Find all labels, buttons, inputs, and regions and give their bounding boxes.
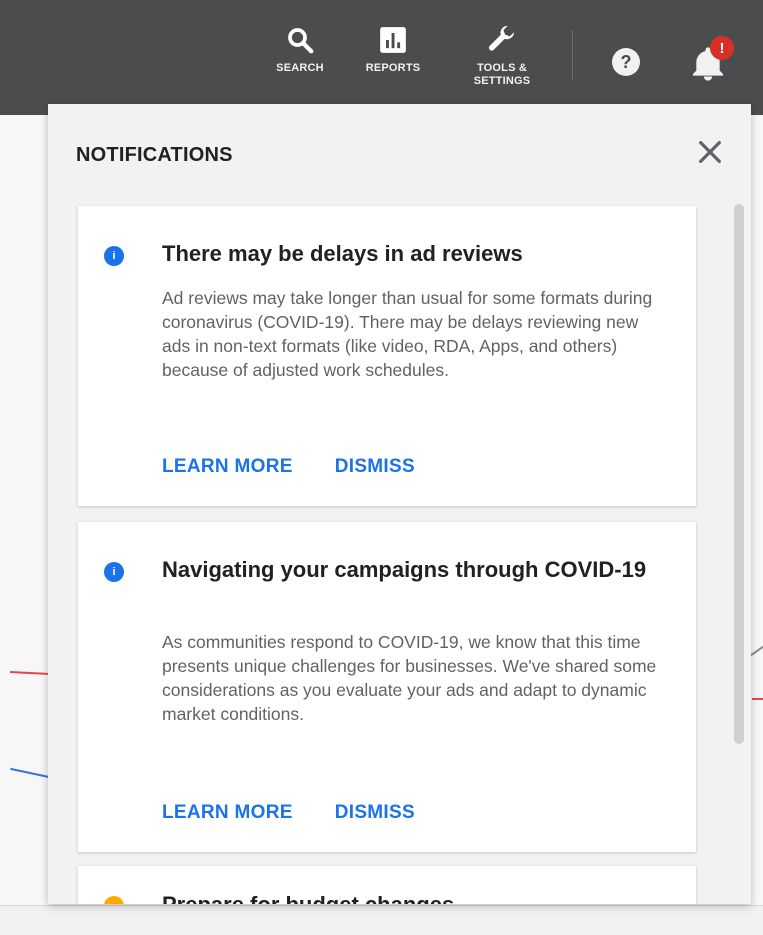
top-app-bar: SEARCH REPORTS TOOLS & SETTINGS ? ! bbox=[0, 0, 763, 115]
learn-more-link[interactable]: LEARN MORE bbox=[162, 802, 293, 824]
card-title: Navigating your campaigns through COVID-… bbox=[162, 557, 647, 582]
background-footer bbox=[0, 905, 763, 935]
dismiss-link[interactable]: DISMISS bbox=[335, 802, 415, 824]
wrench-icon bbox=[488, 25, 515, 51]
reports-label: REPORTS bbox=[365, 62, 421, 74]
card-title: Prepare for budget changes bbox=[162, 892, 454, 904]
panel-title: NOTIFICATIONS bbox=[76, 144, 233, 166]
notification-badge: ! bbox=[710, 36, 734, 60]
dismiss-link[interactable]: DISMISS bbox=[335, 456, 415, 478]
info-icon: i bbox=[104, 562, 124, 582]
notification-card: i Navigating your campaigns through COVI… bbox=[78, 522, 696, 852]
reports-button[interactable]: REPORTS bbox=[356, 18, 430, 75]
search-button[interactable]: SEARCH bbox=[270, 18, 330, 75]
background-chart-line bbox=[752, 698, 763, 700]
card-body: Ad reviews may take longer than usual fo… bbox=[162, 288, 653, 380]
notification-card: i There may be delays in ad reviews Ad r… bbox=[78, 206, 696, 506]
info-icon: i bbox=[104, 246, 124, 266]
search-label: SEARCH bbox=[276, 62, 324, 74]
tools-settings-button[interactable]: TOOLS & SETTINGS bbox=[460, 18, 544, 88]
tools-settings-label: TOOLS & SETTINGS bbox=[473, 62, 531, 87]
card-body: As communities respond to COVID-19, we k… bbox=[162, 632, 657, 724]
learn-more-link[interactable]: LEARN MORE bbox=[162, 456, 293, 478]
card-title: There may be delays in ad reviews bbox=[162, 241, 523, 266]
close-icon bbox=[699, 141, 721, 163]
topbar-divider bbox=[572, 30, 573, 80]
card-actions: LEARN MORE DISMISS bbox=[162, 456, 415, 478]
notifications-panel: NOTIFICATIONS i There may be delays in a… bbox=[48, 104, 751, 904]
notifications-button[interactable]: ! bbox=[688, 36, 738, 86]
card-actions: LEARN MORE DISMISS bbox=[162, 802, 415, 824]
warning-icon bbox=[104, 896, 124, 904]
help-button[interactable]: ? bbox=[612, 48, 640, 76]
panel-scrollbar[interactable] bbox=[734, 204, 744, 744]
notification-card: Prepare for budget changes bbox=[78, 866, 696, 904]
search-icon bbox=[288, 28, 314, 54]
reports-icon bbox=[380, 27, 406, 53]
help-icon: ? bbox=[620, 51, 632, 72]
close-button[interactable] bbox=[694, 136, 726, 168]
